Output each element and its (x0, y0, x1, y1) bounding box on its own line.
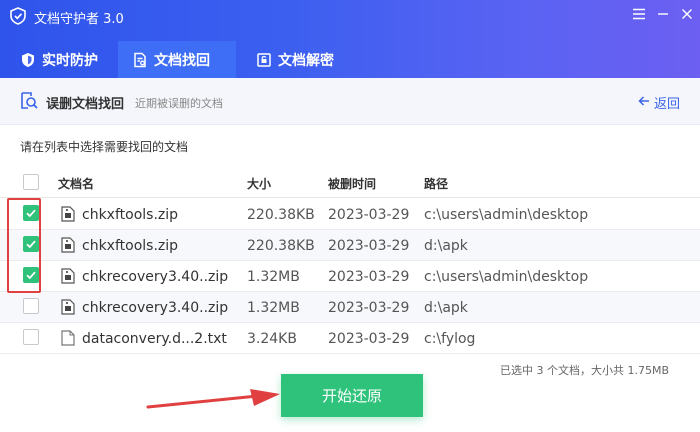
file-name: chkrecovery3.40..zip (82, 269, 229, 285)
tab-label: 文档找回 (154, 52, 210, 69)
deleted-date: 2023-03-29 (328, 207, 410, 223)
unlock-icon (256, 52, 272, 68)
section-header: 误删文档找回 近期被误删的文档 返回 (0, 78, 700, 125)
arrow-right-annotation-icon (146, 386, 282, 414)
txt-file-icon (61, 330, 75, 350)
back-label: 返回 (654, 97, 681, 112)
check-icon (26, 271, 36, 280)
file-path: c:\users\admin\desktop (424, 207, 589, 223)
column-header-size[interactable]: 大小 (247, 175, 271, 192)
file-name: chkrecovery3.40..zip (82, 300, 229, 316)
file-path: d:\apk (424, 300, 468, 316)
magnifier-file-icon (19, 91, 39, 115)
zip-file-icon (61, 268, 75, 288)
table-header: 文档名 大小 被删时间 路径 (0, 166, 700, 198)
tab-file-decrypt[interactable]: 文档解密 (242, 41, 362, 78)
file-size: 220.38KB (247, 207, 315, 223)
tab-realtime-protection[interactable]: 实时防护 (6, 41, 118, 78)
tab-label: 实时防护 (42, 52, 98, 69)
table-row[interactable]: dataconvery.d...2.txt 3.24KB 2023-03-29 … (0, 323, 700, 354)
file-size: 1.32MB (247, 300, 300, 316)
minimize-icon[interactable] (654, 5, 672, 23)
zip-file-icon (61, 299, 75, 319)
zip-file-icon (61, 206, 75, 226)
check-icon (26, 240, 36, 249)
row-checkbox[interactable] (23, 267, 39, 283)
deleted-date: 2023-03-29 (328, 300, 410, 316)
shield-icon (20, 52, 36, 68)
back-button[interactable]: 返回 (638, 93, 680, 112)
instruction-text: 请在列表中选择需要找回的文档 (20, 140, 189, 154)
table-row[interactable]: chkxftools.zip 220.38KB 2023-03-29 d:\ap… (0, 230, 700, 261)
row-checkbox[interactable] (23, 205, 39, 221)
row-checkbox[interactable] (23, 329, 39, 345)
file-path: c:\users\admin\desktop (424, 269, 589, 285)
column-header-deleted-time[interactable]: 被删时间 (328, 175, 376, 192)
tab-label: 文档解密 (278, 52, 334, 69)
deleted-date: 2023-03-29 (328, 269, 410, 285)
select-all-checkbox[interactable] (23, 174, 39, 190)
table-row[interactable]: chkrecovery3.40..zip 1.32MB 2023-03-29 d… (0, 292, 700, 323)
tab-file-recovery[interactable]: 文档找回 (118, 41, 236, 78)
row-checkbox[interactable] (23, 236, 39, 252)
menu-icon[interactable] (630, 5, 648, 23)
section-title: 误删文档找回 (46, 97, 125, 112)
file-search-icon (132, 52, 148, 68)
section-description: 近期被误删的文档 (135, 97, 223, 110)
file-size: 1.32MB (247, 269, 300, 285)
close-icon[interactable] (678, 5, 696, 23)
column-header-path[interactable]: 路径 (424, 175, 448, 192)
selection-summary: 已选中 3 个文档，大小共 1.75MB (500, 364, 670, 377)
table-row[interactable]: chkxftools.zip 220.38KB 2023-03-29 c:\us… (0, 199, 700, 230)
file-name: chkxftools.zip (82, 238, 179, 254)
file-path: d:\apk (424, 238, 468, 254)
zip-file-icon (61, 237, 75, 257)
file-path: c:\fylog (424, 331, 476, 347)
deleted-date: 2023-03-29 (328, 238, 410, 254)
table-row[interactable]: chkrecovery3.40..zip 1.32MB 2023-03-29 c… (0, 261, 700, 292)
column-header-name[interactable]: 文档名 (58, 175, 94, 192)
row-checkbox[interactable] (23, 298, 39, 314)
title-bar[interactable]: 文档守护者 3.0 (0, 0, 700, 34)
app-logo-icon (9, 7, 27, 25)
arrow-left-icon (638, 95, 650, 111)
file-name: dataconvery.d...2.txt (82, 331, 227, 347)
check-icon (26, 209, 36, 218)
deleted-date: 2023-03-29 (328, 331, 410, 347)
file-size: 3.24KB (247, 331, 297, 347)
main-tabs: 实时防护 文档找回 文档解密 (0, 41, 700, 78)
file-name: chkxftools.zip (82, 207, 179, 223)
app-header: 文档守护者 3.0 实时防护 文档找回 文档解密 (0, 0, 700, 78)
start-restore-button[interactable]: 开始还原 (281, 374, 423, 417)
file-size: 220.38KB (247, 238, 315, 254)
app-title: 文档守护者 3.0 (34, 12, 124, 27)
